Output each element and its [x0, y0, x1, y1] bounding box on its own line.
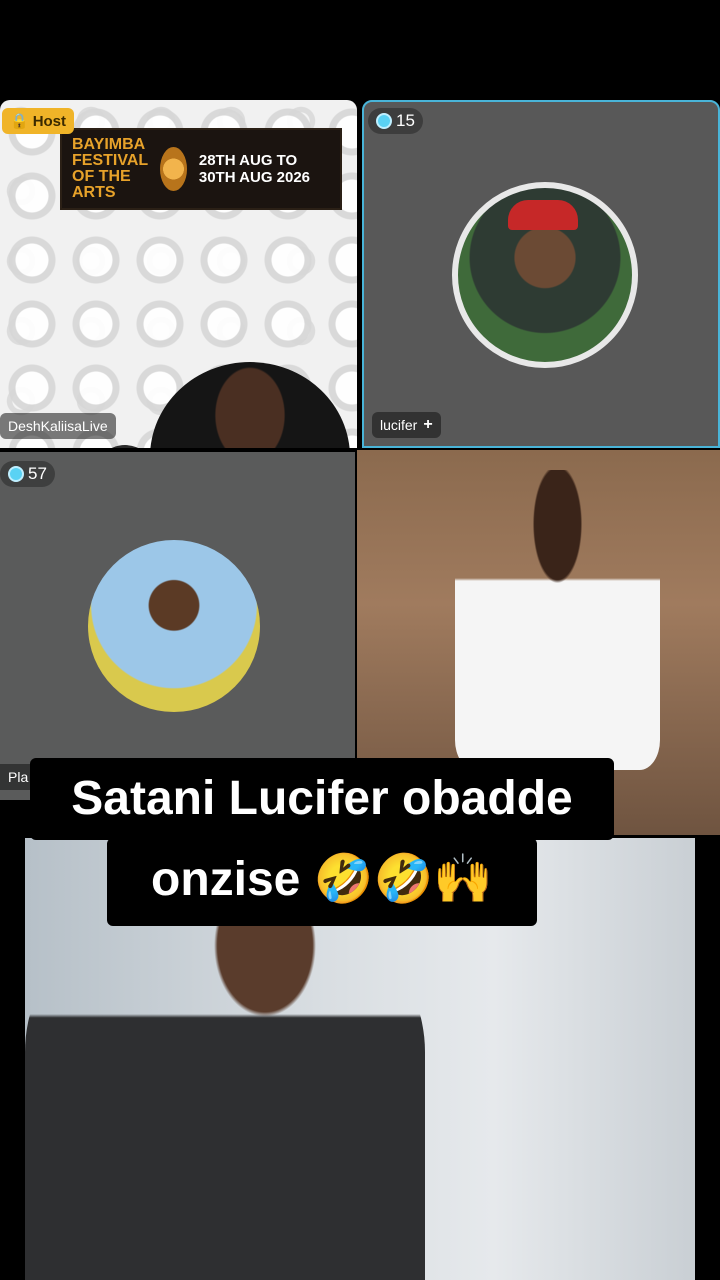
person: [25, 900, 425, 1280]
host-badge-label: Host: [32, 112, 67, 130]
gift-count-badge: 15: [368, 108, 423, 134]
coin-icon: [8, 466, 24, 482]
host-name: DeshKaliisaLive: [8, 418, 108, 434]
guest-person: [455, 470, 660, 770]
banner-title: BAYIMBA FESTIVAL OF THE ARTS: [72, 136, 148, 201]
host-person: [150, 362, 350, 448]
microphone: [95, 445, 155, 448]
host-name-tag[interactable]: DeshKaliisaLive: [0, 413, 116, 439]
caption-line-2: onzise 🤣🤣🙌: [107, 838, 537, 926]
banner-dates: 28TH AUG TO 30TH AUG 2026: [198, 152, 311, 186]
plus-icon[interactable]: +: [423, 416, 432, 434]
gift-count: 15: [396, 111, 415, 130]
guest-name-tag[interactable]: lucifer +: [372, 412, 441, 438]
caption-line-1: Satani Lucifer obadde: [30, 758, 614, 840]
user-avatar[interactable]: [88, 540, 260, 712]
guest-name: lucifer: [380, 417, 418, 433]
coin-icon: [376, 113, 392, 129]
guest-name: Pla: [8, 769, 29, 785]
user-avatar[interactable]: [452, 182, 638, 368]
host-lock-icon: 🔒: [10, 113, 29, 130]
festival-logo-icon: [159, 147, 187, 191]
gift-count: 57: [28, 464, 47, 483]
gift-count-badge: 57: [0, 461, 55, 487]
host-badge: 🔒 Host: [2, 108, 75, 134]
festival-banner: BAYIMBA FESTIVAL OF THE ARTS 28TH AUG TO…: [60, 128, 342, 210]
